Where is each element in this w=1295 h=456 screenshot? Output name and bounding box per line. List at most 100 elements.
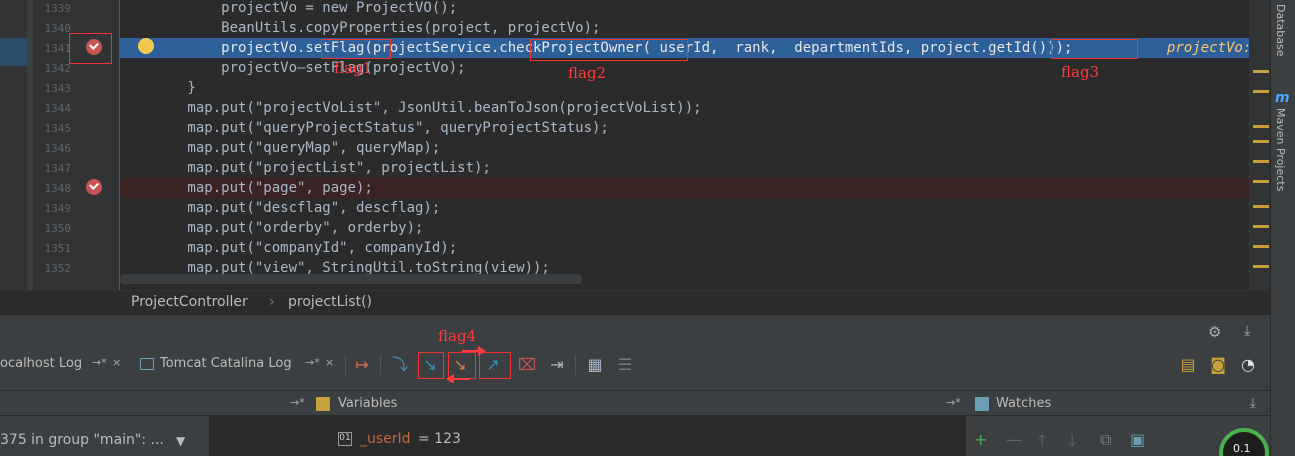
tomcat-icon: [140, 358, 154, 370]
pin-icon[interactable]: →*: [92, 356, 107, 369]
breadcrumb-class[interactable]: ProjectController: [131, 294, 248, 310]
variables-panel: 01 _userId = 123: [210, 416, 965, 456]
line-number: 1340: [44, 22, 72, 35]
chevron-right-icon: ›: [269, 294, 275, 310]
stripe-mark: [1253, 90, 1269, 93]
hide-icon[interactable]: ⤓: [1250, 396, 1256, 411]
annotation-box-getid: [1051, 39, 1138, 59]
code-line: map.put("orderby", orderby);: [120, 220, 424, 236]
watches-icon: [975, 397, 989, 411]
variables-icon: [316, 397, 330, 411]
line-number: 1341: [44, 42, 72, 55]
code-line: projectVo = new ProjectVO();: [120, 0, 458, 16]
stripe-mark: [1253, 140, 1269, 143]
watch-options-icon[interactable]: ▣: [1130, 430, 1145, 449]
frames-panel: 375 in group "main": ... ▼: [0, 416, 210, 456]
add-watch-icon[interactable]: +: [974, 430, 987, 449]
breakpoint-icon[interactable]: [86, 179, 102, 195]
annotation-flag1: flag1: [334, 59, 373, 77]
line-number: 1344: [44, 102, 72, 115]
code-line: map.put("queryProjectStatus", queryProje…: [120, 120, 609, 136]
run-to-cursor-icon[interactable]: ⇥: [545, 353, 569, 377]
settings-gauge-icon[interactable]: ◔: [1236, 353, 1260, 377]
tab-localhost-log[interactable]: ocalhost Log: [0, 356, 82, 371]
panel-header: →* Variables →* Watches ⤓: [0, 390, 1270, 416]
line-number: 1352: [44, 262, 72, 275]
remove-watch-icon[interactable]: —: [1006, 430, 1022, 449]
copy-icon[interactable]: ⧉: [1100, 430, 1111, 450]
gear-icon[interactable]: ⚙: [1208, 323, 1221, 341]
debug-tool-window: ⚙ ⤓ ocalhost Log →* × Tomcat Catalina Lo…: [0, 314, 1270, 456]
tab-tomcat-catalina-log[interactable]: Tomcat Catalina Log: [160, 356, 292, 371]
annotation-box-setflag: [321, 39, 391, 59]
code-line: map.put("descflag", descflag);: [120, 200, 441, 216]
database-tab[interactable]: Database: [1274, 4, 1287, 57]
annotation-box-checkprojectowner: [530, 39, 688, 61]
toolbar-separator: [575, 355, 576, 375]
trace-icon[interactable]: ☰: [613, 353, 637, 377]
show-execution-point-icon[interactable]: ↦: [350, 353, 374, 377]
breadcrumb-method[interactable]: projectList(): [288, 294, 372, 310]
toolbar-separator: [345, 355, 346, 375]
thread-select[interactable]: 375 in group "main": ...: [0, 432, 200, 454]
chevron-down-icon[interactable]: ▼: [176, 434, 185, 448]
annotation-flag3: flag3: [1061, 63, 1100, 81]
close-icon[interactable]: ×: [112, 356, 121, 369]
code-line: map.put("queryMap", queryMap);: [120, 140, 441, 156]
drop-frame-icon[interactable]: ⌧: [515, 353, 539, 377]
up-arrow-icon[interactable]: 🡑: [1038, 430, 1046, 456]
code-line: }: [120, 80, 196, 96]
stripe-mark: [1253, 205, 1269, 208]
close-icon[interactable]: ×: [325, 356, 334, 369]
stripe-mark: [1253, 265, 1269, 268]
maven-projects-tab[interactable]: Maven Projects: [1274, 108, 1287, 191]
pin-icon[interactable]: →*: [946, 396, 961, 409]
hide-icon[interactable]: ⤓: [1244, 323, 1250, 339]
stripe-mark: [1253, 70, 1269, 73]
code-line: BeanUtils.copyProperties(project, projec…: [120, 20, 601, 36]
annotation-arrows: [446, 346, 486, 383]
stripe-mark: [1253, 160, 1269, 163]
variables-title: Variables: [338, 396, 398, 411]
maven-icon[interactable]: m: [1275, 90, 1290, 106]
down-arrow-icon[interactable]: 🡓: [1068, 430, 1076, 456]
code-line: map.put("projectVoList", JsonUtil.beanTo…: [120, 100, 702, 116]
error-stripe[interactable]: [1249, 0, 1270, 290]
variable-name[interactable]: _userId: [360, 431, 411, 447]
right-tool-strip: Database m Maven Projects: [1270, 0, 1295, 456]
pin-icon[interactable]: →*: [305, 356, 320, 369]
step-over-icon[interactable]: ⤵: [388, 353, 412, 377]
active-marker: [0, 38, 27, 66]
lightbulb-icon[interactable]: [138, 38, 154, 54]
int-icon: 01: [338, 432, 352, 446]
inline-debug-value: projectVo:: [1163, 38, 1249, 58]
stripe-mark: [1253, 180, 1269, 183]
line-number: 1347: [44, 162, 72, 175]
toolbar-separator: [380, 355, 381, 375]
breakpoint-line: map.put("page", page);: [120, 178, 1249, 198]
line-number: 1345: [44, 122, 72, 135]
evaluate-expression-icon[interactable]: ▦: [583, 353, 607, 377]
pin-icon[interactable]: →*: [290, 396, 305, 409]
breadcrumb: ProjectController › projectList(): [0, 290, 1270, 314]
annotation-box-breakpoint: [69, 33, 112, 64]
memory-icon[interactable]: ◙: [1206, 353, 1230, 377]
horizontal-scrollbar[interactable]: [120, 274, 582, 284]
line-number: 1346: [44, 142, 72, 155]
watches-title: Watches: [996, 396, 1052, 411]
code-line: map.put("projectList", projectList);: [120, 160, 491, 176]
line-number: 1351: [44, 242, 72, 255]
line-number: 1343: [44, 82, 72, 95]
stripe-mark: [1253, 245, 1269, 248]
stripe-mark: [1253, 225, 1269, 228]
line-number: 1349: [44, 202, 72, 215]
line-number: 1342: [44, 62, 72, 75]
code-line: map.put("companyId", companyId);: [120, 240, 458, 256]
restore-layout-icon[interactable]: ▤: [1176, 353, 1200, 377]
line-number: 1348: [44, 182, 72, 195]
stripe-mark: [1253, 125, 1269, 128]
variable-value: = 123: [418, 431, 461, 447]
annotation-flag2: flag2: [568, 64, 607, 82]
line-number: 1350: [44, 222, 72, 235]
left-tool-strip: [0, 0, 33, 290]
